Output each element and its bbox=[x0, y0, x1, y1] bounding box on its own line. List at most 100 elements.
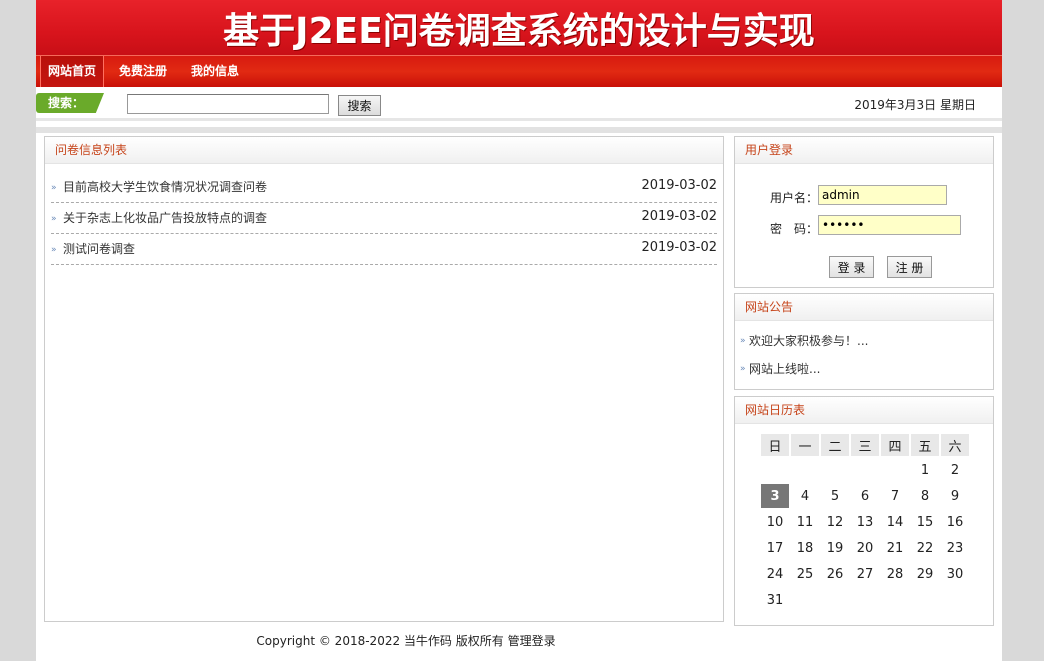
survey-list-panel: 问卷信息列表 » 目前高校大学生饮食情况状况调查问卷 2019-03-02 » … bbox=[44, 136, 724, 622]
calendar-empty-cell bbox=[941, 588, 969, 612]
password-label: 密 码： bbox=[770, 222, 819, 236]
calendar-heading: 网站日历表 bbox=[735, 397, 993, 424]
weekday-header: 六 bbox=[941, 434, 969, 456]
calendar-day[interactable]: 1 bbox=[911, 458, 939, 482]
nav-home[interactable]: 网站首页 bbox=[40, 56, 105, 87]
divider bbox=[36, 127, 1002, 133]
calendar-day[interactable]: 27 bbox=[851, 562, 879, 586]
calendar-day[interactable]: 16 bbox=[941, 510, 969, 534]
calendar-week: 3456789 bbox=[761, 484, 969, 508]
nav-my-info[interactable]: 我的信息 bbox=[184, 56, 246, 87]
survey-date: 2019-03-02 bbox=[641, 178, 717, 193]
search-input[interactable] bbox=[127, 94, 329, 114]
survey-title[interactable]: 关于杂志上化妆品广告投放特点的调查 bbox=[63, 209, 267, 226]
calendar-day[interactable]: 5 bbox=[821, 484, 849, 508]
calendar-empty-cell bbox=[791, 588, 819, 612]
calendar-empty-cell bbox=[821, 458, 849, 482]
bullet-icon: » bbox=[51, 183, 57, 193]
notice-panel: 网站公告 » 欢迎大家积极参与！... » 网站上线啦... bbox=[734, 293, 994, 390]
calendar-day[interactable]: 17 bbox=[761, 536, 789, 560]
calendar-day[interactable]: 29 bbox=[911, 562, 939, 586]
calendar-empty-cell bbox=[791, 458, 819, 482]
calendar-today[interactable]: 3 bbox=[761, 484, 789, 508]
calendar-empty-cell bbox=[851, 458, 879, 482]
page: 基于J2EE问卷调查系统的设计与实现 网站首页 免费注册 我的信息 搜索： 搜索… bbox=[36, 0, 1002, 661]
survey-item[interactable]: » 关于杂志上化妆品广告投放特点的调查 2019-03-02 bbox=[51, 203, 717, 234]
bullet-icon: » bbox=[51, 214, 57, 224]
calendar-panel: 网站日历表 日 一 二 三 四 五 六 1 2 3 4 5 6 7 8 9 10 11 12 13 14 1… bbox=[734, 396, 994, 626]
notice-text[interactable]: 欢迎大家积极参与！... bbox=[749, 334, 868, 348]
search-button[interactable]: 搜索 bbox=[338, 95, 381, 116]
calendar-day[interactable]: 9 bbox=[941, 484, 969, 508]
weekday-header: 一 bbox=[791, 434, 819, 456]
calendar-days: 1 2 3 4 5 6 7 8 9 10 11 12 13 14 15 16 17 18 19 20 21 22 23 24 2… bbox=[761, 458, 969, 612]
calendar-empty-cell bbox=[881, 458, 909, 482]
bullet-icon: » bbox=[740, 336, 746, 346]
survey-title[interactable]: 测试问卷调查 bbox=[63, 240, 135, 257]
bullet-icon: » bbox=[740, 364, 746, 374]
footer: Copyright © 2018-2022 当牛作码 版权所有 管理登录 bbox=[36, 632, 776, 649]
notice-text[interactable]: 网站上线啦... bbox=[749, 362, 820, 376]
bullet-icon: » bbox=[51, 245, 57, 255]
calendar-day[interactable]: 13 bbox=[851, 510, 879, 534]
calendar-day[interactable]: 19 bbox=[821, 536, 849, 560]
calendar-day[interactable]: 2 bbox=[941, 458, 969, 482]
nav-register[interactable]: 免费注册 bbox=[112, 56, 174, 87]
register-button[interactable]: 注 册 bbox=[887, 256, 932, 278]
calendar-empty-cell bbox=[881, 588, 909, 612]
calendar-week: 17 18 19 20 21 22 23 bbox=[761, 536, 969, 560]
calendar-empty-cell bbox=[821, 588, 849, 612]
weekday-header: 三 bbox=[851, 434, 879, 456]
weekday-header: 日 bbox=[761, 434, 789, 456]
calendar-day[interactable]: 23 bbox=[941, 536, 969, 560]
login-heading: 用户登录 bbox=[735, 137, 993, 164]
calendar-day[interactable]: 20 bbox=[851, 536, 879, 560]
calendar-day[interactable]: 25 bbox=[791, 562, 819, 586]
password-field[interactable] bbox=[818, 215, 961, 235]
calendar-week: 31 bbox=[761, 588, 969, 612]
calendar-day[interactable]: 28 bbox=[881, 562, 909, 586]
calendar-day[interactable]: 11 bbox=[791, 510, 819, 534]
copyright-text: Copyright © 2018-2022 当牛作码 版权所有 bbox=[256, 634, 504, 648]
calendar-day[interactable]: 21 bbox=[881, 536, 909, 560]
current-date: 2019年3月3日 星期日 bbox=[854, 98, 976, 112]
search-bar: 搜索： 搜索 2019年3月3日 星期日 bbox=[36, 87, 1002, 121]
username-label: 用户名： bbox=[770, 191, 819, 205]
calendar-day[interactable]: 14 bbox=[881, 510, 909, 534]
calendar-day[interactable]: 31 bbox=[761, 588, 789, 612]
main-nav: 网站首页 免费注册 我的信息 bbox=[36, 55, 1002, 87]
calendar-day[interactable]: 24 bbox=[761, 562, 789, 586]
notice-item[interactable]: » 欢迎大家积极参与！... bbox=[739, 327, 993, 355]
calendar-week: 24 25 26 27 28 29 30 bbox=[761, 562, 969, 586]
calendar-empty-cell bbox=[911, 588, 939, 612]
calendar-table: 日 一 二 三 四 五 六 1 2 3 4 5 6 7 8 9 10 11 12 13 14 15 16 17 1… bbox=[759, 432, 971, 614]
survey-date: 2019-03-02 bbox=[641, 240, 717, 255]
calendar-day[interactable]: 26 bbox=[821, 562, 849, 586]
weekday-header: 四 bbox=[881, 434, 909, 456]
notice-list: » 欢迎大家积极参与！... » 网站上线啦... bbox=[735, 321, 993, 383]
notice-item[interactable]: » 网站上线啦... bbox=[739, 355, 993, 383]
calendar-empty-cell bbox=[851, 588, 879, 612]
site-banner: 基于J2EE问卷调查系统的设计与实现 bbox=[36, 0, 1002, 55]
survey-item[interactable]: » 目前高校大学生饮食情况状况调查问卷 2019-03-02 bbox=[51, 172, 717, 203]
calendar-week: 10 11 12 13 14 15 16 bbox=[761, 510, 969, 534]
calendar-day[interactable]: 6 bbox=[851, 484, 879, 508]
calendar-empty-cell bbox=[761, 458, 789, 482]
survey-item[interactable]: » 测试问卷调查 2019-03-02 bbox=[51, 234, 717, 265]
search-label: 搜索： bbox=[36, 93, 104, 113]
calendar-day[interactable]: 4 bbox=[791, 484, 819, 508]
calendar-day[interactable]: 8 bbox=[911, 484, 939, 508]
calendar-day[interactable]: 7 bbox=[881, 484, 909, 508]
survey-title[interactable]: 目前高校大学生饮食情况状况调查问卷 bbox=[63, 178, 267, 195]
admin-login-link[interactable]: 管理登录 bbox=[508, 634, 556, 648]
calendar-week: 12 bbox=[761, 458, 969, 482]
calendar-day[interactable]: 15 bbox=[911, 510, 939, 534]
calendar-day[interactable]: 12 bbox=[821, 510, 849, 534]
username-field[interactable] bbox=[818, 185, 947, 205]
calendar-day[interactable]: 10 bbox=[761, 510, 789, 534]
calendar-day[interactable]: 30 bbox=[941, 562, 969, 586]
calendar-day[interactable]: 22 bbox=[911, 536, 939, 560]
site-title: 基于J2EE问卷调查系统的设计与实现 bbox=[223, 10, 815, 52]
calendar-day[interactable]: 18 bbox=[791, 536, 819, 560]
login-button[interactable]: 登 录 bbox=[829, 256, 874, 278]
